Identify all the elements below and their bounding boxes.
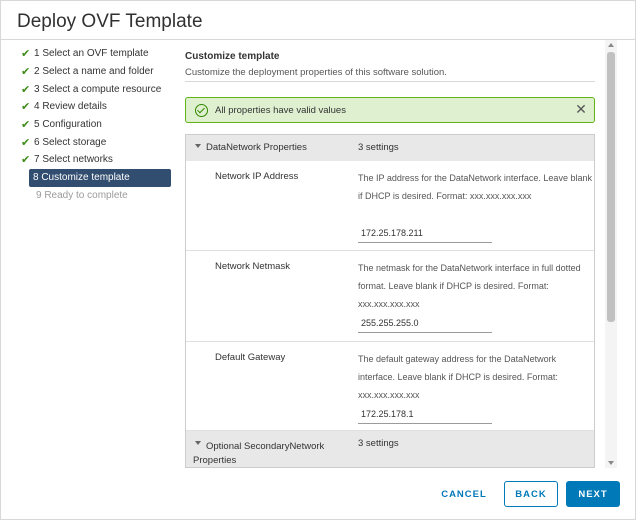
ip-address-input[interactable] — [358, 223, 492, 243]
property-row-netmask: Network Netmask The netmask for the Data… — [186, 251, 594, 342]
close-icon[interactable]: ✕ — [574, 102, 588, 116]
check-icon: ✔ — [21, 154, 31, 167]
step-label: 3 Select a compute resource — [34, 83, 162, 95]
step-select-networks[interactable]: ✔ 7 Select networks — [17, 151, 175, 169]
step-label: 7 Select networks — [34, 154, 113, 166]
scroll-up-icon[interactable] — [608, 43, 614, 47]
next-button[interactable]: NEXT — [566, 481, 620, 507]
step-select-storage[interactable]: ✔ 6 Select storage — [17, 133, 175, 151]
gateway-input[interactable] — [358, 404, 492, 424]
group-name-cont: Properties — [193, 455, 237, 466]
property-description: The default gateway address for the Data… — [358, 354, 558, 400]
property-label: Default Gateway — [215, 352, 286, 363]
step-label: 4 Review details — [34, 101, 107, 113]
step-select-name[interactable]: ✔ 2 Select a name and folder — [17, 63, 175, 81]
scrollbar-thumb[interactable] — [607, 52, 615, 322]
scroll-down-icon[interactable] — [608, 461, 614, 465]
step-label: 9 Ready to complete — [36, 189, 128, 201]
property-row-ip-address: Network IP Address The IP address for th… — [186, 161, 594, 251]
property-row-gateway: Default Gateway The default gateway addr… — [186, 342, 594, 431]
main-content-header: Customize template Customize the deploym… — [185, 45, 605, 82]
step-ready-to-complete: 9 Ready to complete — [17, 187, 175, 205]
group-name: Optional SecondaryNetwork — [206, 441, 325, 452]
step-label: 1 Select an OVF template — [34, 48, 149, 60]
group-count: 3 settings — [358, 438, 399, 449]
step-select-ovf[interactable]: ✔ 1 Select an OVF template — [17, 45, 175, 63]
title-divider — [1, 39, 635, 40]
back-button[interactable]: BACK — [504, 481, 558, 507]
group-name: DataNetwork Properties — [206, 142, 307, 153]
section-subtitle: Customize the deployment properties of t… — [185, 67, 447, 78]
check-icon: ✔ — [21, 83, 31, 96]
step-compute-resource[interactable]: ✔ 3 Select a compute resource — [17, 80, 175, 98]
alert-message: All properties have valid values — [215, 104, 346, 116]
check-icon: ✔ — [21, 66, 31, 79]
dialog-title: Deploy OVF Template — [17, 11, 203, 32]
property-description: The netmask for the DataNetwork interfac… — [358, 263, 581, 309]
section-title: Customize template — [185, 51, 280, 62]
check-icon: ✔ — [21, 48, 31, 61]
step-label: 6 Select storage — [34, 136, 107, 148]
step-label: 2 Select a name and folder — [34, 66, 154, 78]
check-icon: ✔ — [21, 136, 31, 149]
success-check-icon — [195, 103, 208, 117]
validation-alert: All properties have valid values ✕ — [185, 97, 595, 123]
group-header-datanetwork[interactable]: DataNetwork Properties 3 settings — [186, 135, 594, 161]
step-label: 5 Configuration — [34, 119, 102, 131]
vertical-scrollbar[interactable] — [605, 40, 617, 468]
section-divider — [185, 81, 595, 82]
step-label: 8 Customize template — [33, 172, 130, 184]
step-configuration[interactable]: ✔ 5 Configuration — [17, 116, 175, 134]
properties-panel: DataNetwork Properties 3 settings Networ… — [185, 134, 595, 468]
group-count: 3 settings — [358, 142, 399, 153]
step-review-details[interactable]: ✔ 4 Review details — [17, 98, 175, 116]
deploy-ovf-dialog: Deploy OVF Template ✔ 1 Select an OVF tem… — [0, 0, 636, 520]
property-label: Network Netmask — [215, 261, 290, 272]
property-label: Network IP Address — [215, 171, 299, 182]
check-icon: ✔ — [21, 101, 31, 114]
chevron-down-icon — [195, 144, 201, 148]
group-header-secondarynetwork[interactable]: Optional SecondaryNetwork Properties 3 s… — [186, 431, 594, 467]
wizard-steps: ✔ 1 Select an OVF template ✔ 2 Select a na… — [17, 45, 175, 204]
cancel-button[interactable]: CANCEL — [433, 481, 495, 507]
netmask-input[interactable] — [358, 313, 492, 333]
chevron-down-icon — [195, 441, 201, 445]
check-icon: ✔ — [21, 119, 31, 132]
step-customize-template[interactable]: 8 Customize template — [29, 168, 171, 187]
property-description: The IP address for the DataNetwork inter… — [358, 173, 592, 201]
